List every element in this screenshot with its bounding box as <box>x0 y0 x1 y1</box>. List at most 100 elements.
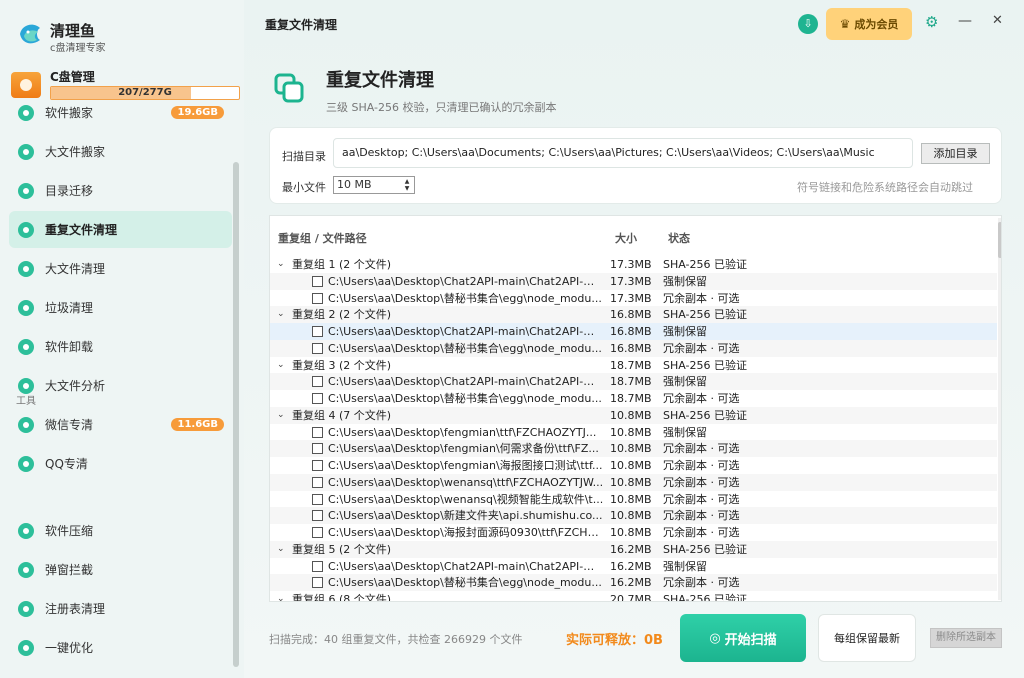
file-checkbox[interactable] <box>312 376 323 388</box>
col-header-size[interactable]: 大小 <box>615 230 637 246</box>
sidebar-item-4[interactable]: 大文件清理 <box>9 250 232 287</box>
sidebar-item-8[interactable]: 微信专清 11.6GB <box>9 406 232 443</box>
file-checkbox[interactable] <box>312 560 323 572</box>
file-checkbox[interactable] <box>312 275 323 287</box>
group-row[interactable]: ⌄ 重复组 2 (2 个文件) 16.8MB SHA-256 已验证 <box>270 306 997 324</box>
close-icon[interactable]: ✕ <box>992 13 1003 28</box>
file-checkbox[interactable] <box>312 527 323 538</box>
chevron-down-icon[interactable]: ⌄ <box>277 256 285 273</box>
file-row[interactable]: C:\Users\aa\Desktop\Chat2API-main\Chat2A… <box>270 323 997 340</box>
group-row[interactable]: ⌄ 重复组 3 (2 个文件) 18.7MB SHA-256 已验证 <box>270 357 997 374</box>
file-checkbox[interactable] <box>312 342 323 354</box>
file-row[interactable]: C:\Users\aa\Desktop\Chat2API-main\Chat2A… <box>270 272 997 290</box>
sidebar-item-1[interactable]: 大文件搬家 <box>9 133 232 170</box>
vip-button[interactable]: ♛ 成为会员 <box>826 8 912 40</box>
file-size: 16.2MB <box>610 542 652 556</box>
spin-buttons[interactable]: ▲ ▼ <box>401 178 413 192</box>
keep-newest-button[interactable]: 每组保留最新 <box>818 614 916 662</box>
file-path: C:\Users\aa\Desktop\替秘书集合\egg\node_modu.… <box>328 392 602 405</box>
chevron-down-icon[interactable]: ⌄ <box>277 591 285 601</box>
file-status: 冗余副本 · 可选 <box>663 509 740 523</box>
group-name: 重复组 2 (2 个文件) <box>292 308 392 322</box>
release-amount: 实际可释放：0B <box>566 633 663 648</box>
file-path: C:\Users\aa\Desktop\新建文件夹\api.shumishu.c… <box>328 509 603 523</box>
sidebar-item-12[interactable]: 注册表清理 <box>9 590 232 627</box>
sidebar-item-5[interactable]: 垃圾清理 <box>9 289 232 326</box>
sidebar-item-label: 注册表清理 <box>45 602 106 616</box>
sidebar-item-label: QQ专清 <box>45 457 88 471</box>
group-row[interactable]: ⌄ 重复组 4 (7 个文件) 10.8MB SHA-256 已验证 <box>270 406 997 424</box>
file-status: 冗余副本 · 可选 <box>663 526 740 539</box>
delete-selected-button[interactable]: 删除所选副本 <box>930 628 1002 648</box>
sidebar-item-label: 软件搬家 <box>45 106 94 120</box>
file-checkbox[interactable] <box>312 577 323 589</box>
file-checkbox[interactable] <box>312 292 323 304</box>
scan-dir-label: 扫描目录 <box>282 150 326 163</box>
sidebar-item-7[interactable]: 大文件分析 <box>9 367 232 404</box>
file-size: 16.8MB <box>610 308 652 322</box>
file-checkbox[interactable] <box>312 393 323 404</box>
chevron-down-icon[interactable]: ⌄ <box>277 407 285 424</box>
download-icon[interactable]: ⇩ <box>798 14 818 34</box>
app-subtitle: c盘清理专家 <box>50 43 106 54</box>
sidebar-item-13[interactable]: 一键优化 <box>9 629 232 666</box>
col-header-status[interactable]: 状态 <box>668 230 690 246</box>
sidebar-item-3[interactable]: 重复文件清理 <box>9 211 232 248</box>
sidebar-item-9[interactable]: QQ专清 <box>9 445 232 482</box>
file-row[interactable]: C:\Users\aa\Desktop\Chat2API-main\Chat2A… <box>270 558 997 575</box>
sidebar-item-0[interactable]: 软件搬家 19.6GB <box>9 102 232 131</box>
gear-icon[interactable]: ⚙ <box>925 13 938 31</box>
chevron-down-icon[interactable]: ⌄ <box>277 541 285 558</box>
file-row[interactable]: C:\Users\aa\Desktop\替秘书集合\egg\node_modu.… <box>270 339 997 357</box>
min-size-value: 10 MB <box>337 178 372 191</box>
start-scan-button[interactable]: ◎ 开始扫描 <box>680 614 806 662</box>
file-path: C:\Users\aa\Desktop\替秘书集合\egg\node_modu.… <box>328 576 602 590</box>
minimize-icon[interactable]: — <box>958 13 972 29</box>
chevron-down-icon[interactable]: ⌄ <box>277 357 285 374</box>
col-header-path[interactable]: 重复组 / 文件路径 <box>278 230 367 246</box>
file-row[interactable]: C:\Users\aa\Desktop\替秘书集合\egg\node_modu.… <box>270 574 997 592</box>
sidebar-item-2[interactable]: 目录迁移 <box>9 172 232 209</box>
file-checkbox[interactable] <box>312 510 323 522</box>
file-checkbox[interactable] <box>312 426 323 438</box>
file-checkbox[interactable] <box>312 493 323 505</box>
file-row[interactable]: C:\Users\aa\Desktop\Chat2API-main\Chat2A… <box>270 373 997 391</box>
group-row[interactable]: ⌄ 重复组 6 (8 个文件) 20.7MB SHA-256 已验证 <box>270 591 997 601</box>
sidebar: 清理鱼 c盘清理专家 C盘管理 207/277G 软件搬家 19.6GB 大文件搬家… <box>0 0 244 678</box>
scan-dir-input[interactable]: aa\Desktop; C:\Users\aa\Documents; C:\Us… <box>333 138 913 168</box>
file-size: 10.8MB <box>610 526 652 539</box>
chevron-down-icon[interactable]: ⌄ <box>277 306 285 323</box>
group-row[interactable]: ⌄ 重复组 1 (2 个文件) 17.3MB SHA-256 已验证 <box>270 256 997 273</box>
sidebar-item-11[interactable]: 弹窗拦截 <box>9 551 232 588</box>
file-checkbox[interactable] <box>312 476 323 488</box>
group-row[interactable]: ⌄ 重复组 5 (2 个文件) 16.2MB SHA-256 已验证 <box>270 540 997 558</box>
file-row[interactable]: C:\Users\aa\Desktop\wenansq\ttf\FZCHAOZY… <box>270 473 997 491</box>
min-size-input[interactable]: 10 MB ▲ ▼ <box>333 176 415 194</box>
file-row[interactable]: C:\Users\aa\Desktop\海报封面源码0930\ttf\FZCHA… <box>270 524 997 541</box>
file-path: C:\Users\aa\Desktop\Chat2API-main\Chat2A… <box>328 559 604 573</box>
file-row[interactable]: C:\Users\aa\Desktop\fengmian\何需求备份\ttf\F… <box>270 440 997 458</box>
sidebar-item-6[interactable]: 软件卸载 <box>9 328 232 365</box>
file-size: 18.7MB <box>610 375 652 389</box>
trash-icon <box>18 299 34 316</box>
table-scroll-thumb[interactable] <box>998 222 1001 258</box>
add-dir-button[interactable]: 添加目录 <box>921 143 990 164</box>
file-row[interactable]: C:\Users\aa\Desktop\替秘书集合\egg\node_modu.… <box>270 290 997 307</box>
file-checkbox[interactable] <box>312 326 323 337</box>
file-row[interactable]: C:\Users\aa\Desktop\新建文件夹\api.shumishu.c… <box>270 507 997 525</box>
sidebar-item-label: 一键优化 <box>45 641 94 655</box>
sidebar-item-10[interactable]: 软件压缩 <box>9 512 232 549</box>
file-checkbox[interactable] <box>312 443 323 455</box>
file-row[interactable]: C:\Users\aa\Desktop\fengmian\ttf\FZCHAOZ… <box>270 424 997 441</box>
file-row[interactable]: C:\Users\aa\Desktop\替秘书集合\egg\node_modu.… <box>270 390 997 407</box>
file-row[interactable]: C:\Users\aa\Desktop\wenansq\视频智能生成软件\t..… <box>270 491 997 508</box>
sidebar-scrollbar[interactable] <box>233 162 239 667</box>
scan-summary: 扫描完成：40 组重复文件，共检查 266929 个文件 <box>269 633 523 646</box>
page-title: 重复文件清理 <box>326 70 434 91</box>
disk-title[interactable]: C盘管理 <box>50 68 95 85</box>
file-row[interactable]: C:\Users\aa\Desktop\fengmian\海报图接口测试\ttf… <box>270 457 997 474</box>
file-checkbox[interactable] <box>312 460 323 471</box>
app-name: 清理鱼 <box>50 22 96 40</box>
file-status: 冗余副本 · 可选 <box>663 475 740 489</box>
table-scrollbar[interactable] <box>998 218 1001 600</box>
